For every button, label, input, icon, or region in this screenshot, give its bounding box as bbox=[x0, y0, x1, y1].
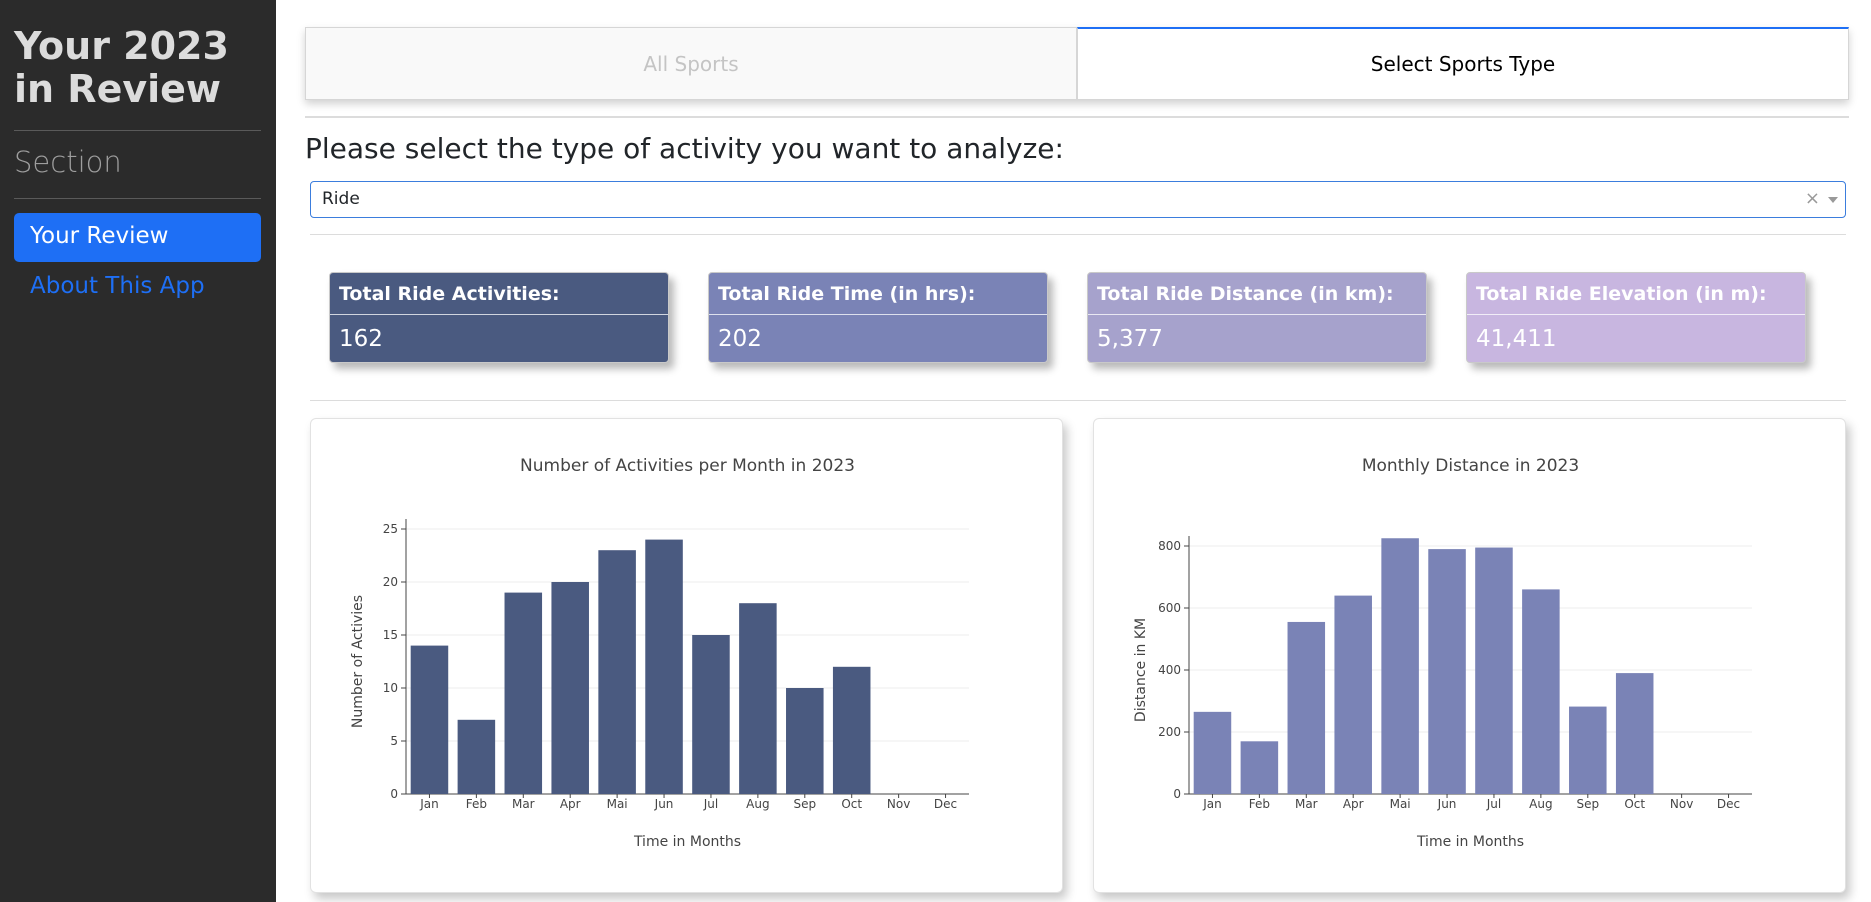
bar-jul bbox=[692, 635, 730, 794]
x-tick-label: Jul bbox=[703, 797, 718, 811]
x-tick-label: Aug bbox=[746, 797, 769, 811]
sidebar-item-about[interactable]: About This App bbox=[14, 263, 261, 312]
y-tick-label: 5 bbox=[390, 734, 398, 748]
y-tick-label: 0 bbox=[390, 787, 398, 801]
x-tick-label: Oct bbox=[1624, 797, 1645, 811]
metric-card-elevation: Total Ride Elevation (in m): 41,411 bbox=[1466, 272, 1806, 363]
divider bbox=[310, 234, 1846, 235]
y-tick-label: 200 bbox=[1158, 725, 1181, 739]
bar-apr bbox=[1334, 595, 1372, 794]
section-label: Section bbox=[14, 145, 122, 179]
metric-title: Total Ride Activities: bbox=[330, 273, 668, 315]
y-axis-label: Distance in KM bbox=[1133, 618, 1149, 722]
bar-sep bbox=[786, 688, 824, 794]
sidebar-divider bbox=[14, 198, 261, 199]
x-axis-label: Time in Months bbox=[633, 834, 741, 850]
x-tick-label: Jun bbox=[654, 797, 674, 811]
chart-title: Monthly Distance in 2023 bbox=[1362, 456, 1579, 476]
y-axis-label: Number of Activies bbox=[350, 595, 366, 728]
app-title: Your 2023 in Review bbox=[14, 24, 229, 111]
x-tick-label: Sep bbox=[1576, 797, 1599, 811]
metric-card-distance: Total Ride Distance (in km): 5,377 bbox=[1087, 272, 1427, 363]
metric-card-time: Total Ride Time (in hrs): 202 bbox=[708, 272, 1048, 363]
dropdown-value: Ride bbox=[322, 189, 360, 209]
sidebar: Your 2023 in Review Section Your Review … bbox=[0, 0, 276, 902]
divider bbox=[305, 116, 1849, 118]
bar-oct bbox=[1615, 673, 1654, 794]
x-tick-label: Apr bbox=[560, 797, 581, 811]
bar-jun bbox=[1428, 549, 1466, 794]
metric-title: Total Ride Time (in hrs): bbox=[709, 273, 1047, 315]
bar-jan bbox=[410, 645, 449, 794]
tab-all-sports[interactable]: All Sports bbox=[305, 27, 1077, 100]
metric-value: 41,411 bbox=[1476, 326, 1557, 352]
bar-aug bbox=[739, 603, 777, 794]
metric-value: 5,377 bbox=[1097, 326, 1163, 352]
bar-sep bbox=[1569, 706, 1607, 794]
activity-type-dropdown[interactable]: Ride × bbox=[310, 181, 1846, 218]
x-tick-label: Mar bbox=[1295, 797, 1318, 811]
activity-prompt: Please select the type of activity you w… bbox=[305, 132, 1064, 165]
bar-feb bbox=[1240, 741, 1279, 794]
clear-icon[interactable]: × bbox=[1805, 188, 1820, 209]
y-tick-label: 15 bbox=[383, 628, 398, 642]
divider bbox=[310, 400, 1846, 401]
x-tick-label: Feb bbox=[1249, 797, 1270, 811]
bar-feb bbox=[457, 719, 496, 794]
distance-bar-chart: Monthly Distance in 2023 0 200 400 600 800 Jan… bbox=[1133, 456, 1752, 850]
x-tick-label: Feb bbox=[466, 797, 487, 811]
metric-title: Total Ride Distance (in km): bbox=[1088, 273, 1426, 315]
x-tick-label: Mai bbox=[1390, 797, 1411, 811]
bar-apr bbox=[551, 582, 589, 794]
sidebar-item-your-review[interactable]: Your Review bbox=[14, 213, 261, 262]
chevron-down-icon[interactable] bbox=[1828, 197, 1838, 203]
bar-aug bbox=[1522, 589, 1560, 794]
x-tick-label: Mai bbox=[607, 797, 628, 811]
x-tick-label: Dec bbox=[1717, 797, 1740, 811]
bar-jul bbox=[1475, 547, 1513, 794]
bar-mai bbox=[598, 550, 636, 794]
tab-bar: All Sports Select Sports Type bbox=[305, 27, 1849, 100]
bar-mar bbox=[504, 592, 543, 794]
x-tick-label: Jan bbox=[419, 797, 439, 811]
sidebar-divider bbox=[14, 130, 261, 131]
x-tick-label: Mar bbox=[512, 797, 535, 811]
y-tick-label: 0 bbox=[1173, 787, 1181, 801]
activities-bar-chart: Number of Activities per Month in 2023 0 5… bbox=[350, 456, 969, 850]
y-tick-label: 400 bbox=[1158, 663, 1181, 677]
chart-title: Number of Activities per Month in 2023 bbox=[520, 456, 855, 476]
x-axis-label: Time in Months bbox=[1416, 834, 1524, 850]
x-tick-label: Jan bbox=[1202, 797, 1222, 811]
bar-mar bbox=[1287, 621, 1326, 794]
bar-oct bbox=[832, 666, 871, 794]
metric-card-activities: Total Ride Activities: 162 bbox=[329, 272, 669, 363]
metric-value: 162 bbox=[339, 326, 383, 352]
x-tick-label: Apr bbox=[1343, 797, 1364, 811]
y-tick-label: 10 bbox=[383, 681, 398, 695]
activities-chart-card: Number of Activities per Month in 2023 0 5… bbox=[310, 418, 1063, 893]
x-tick-label: Jul bbox=[1486, 797, 1501, 811]
bar-mai bbox=[1381, 538, 1419, 794]
tab-select-sports-type[interactable]: Select Sports Type bbox=[1077, 27, 1849, 100]
metric-value: 202 bbox=[718, 326, 762, 352]
x-tick-label: Oct bbox=[841, 797, 862, 811]
x-tick-label: Nov bbox=[1670, 797, 1693, 811]
x-tick-label: Jun bbox=[1437, 797, 1457, 811]
x-tick-label: Sep bbox=[793, 797, 816, 811]
y-tick-label: 600 bbox=[1158, 601, 1181, 615]
bar-jun bbox=[645, 539, 683, 794]
metric-title: Total Ride Elevation (in m): bbox=[1467, 273, 1805, 315]
y-tick-label: 20 bbox=[383, 575, 398, 589]
y-tick-label: 800 bbox=[1158, 539, 1181, 553]
distance-chart-card: Monthly Distance in 2023 0 200 400 600 800 Jan… bbox=[1093, 418, 1846, 893]
x-tick-label: Nov bbox=[887, 797, 910, 811]
x-tick-label: Aug bbox=[1529, 797, 1552, 811]
main-content: All Sports Select Sports Type Please sel… bbox=[305, 0, 1851, 902]
x-tick-label: Dec bbox=[934, 797, 957, 811]
y-tick-label: 25 bbox=[383, 522, 398, 536]
bar-jan bbox=[1193, 711, 1232, 794]
